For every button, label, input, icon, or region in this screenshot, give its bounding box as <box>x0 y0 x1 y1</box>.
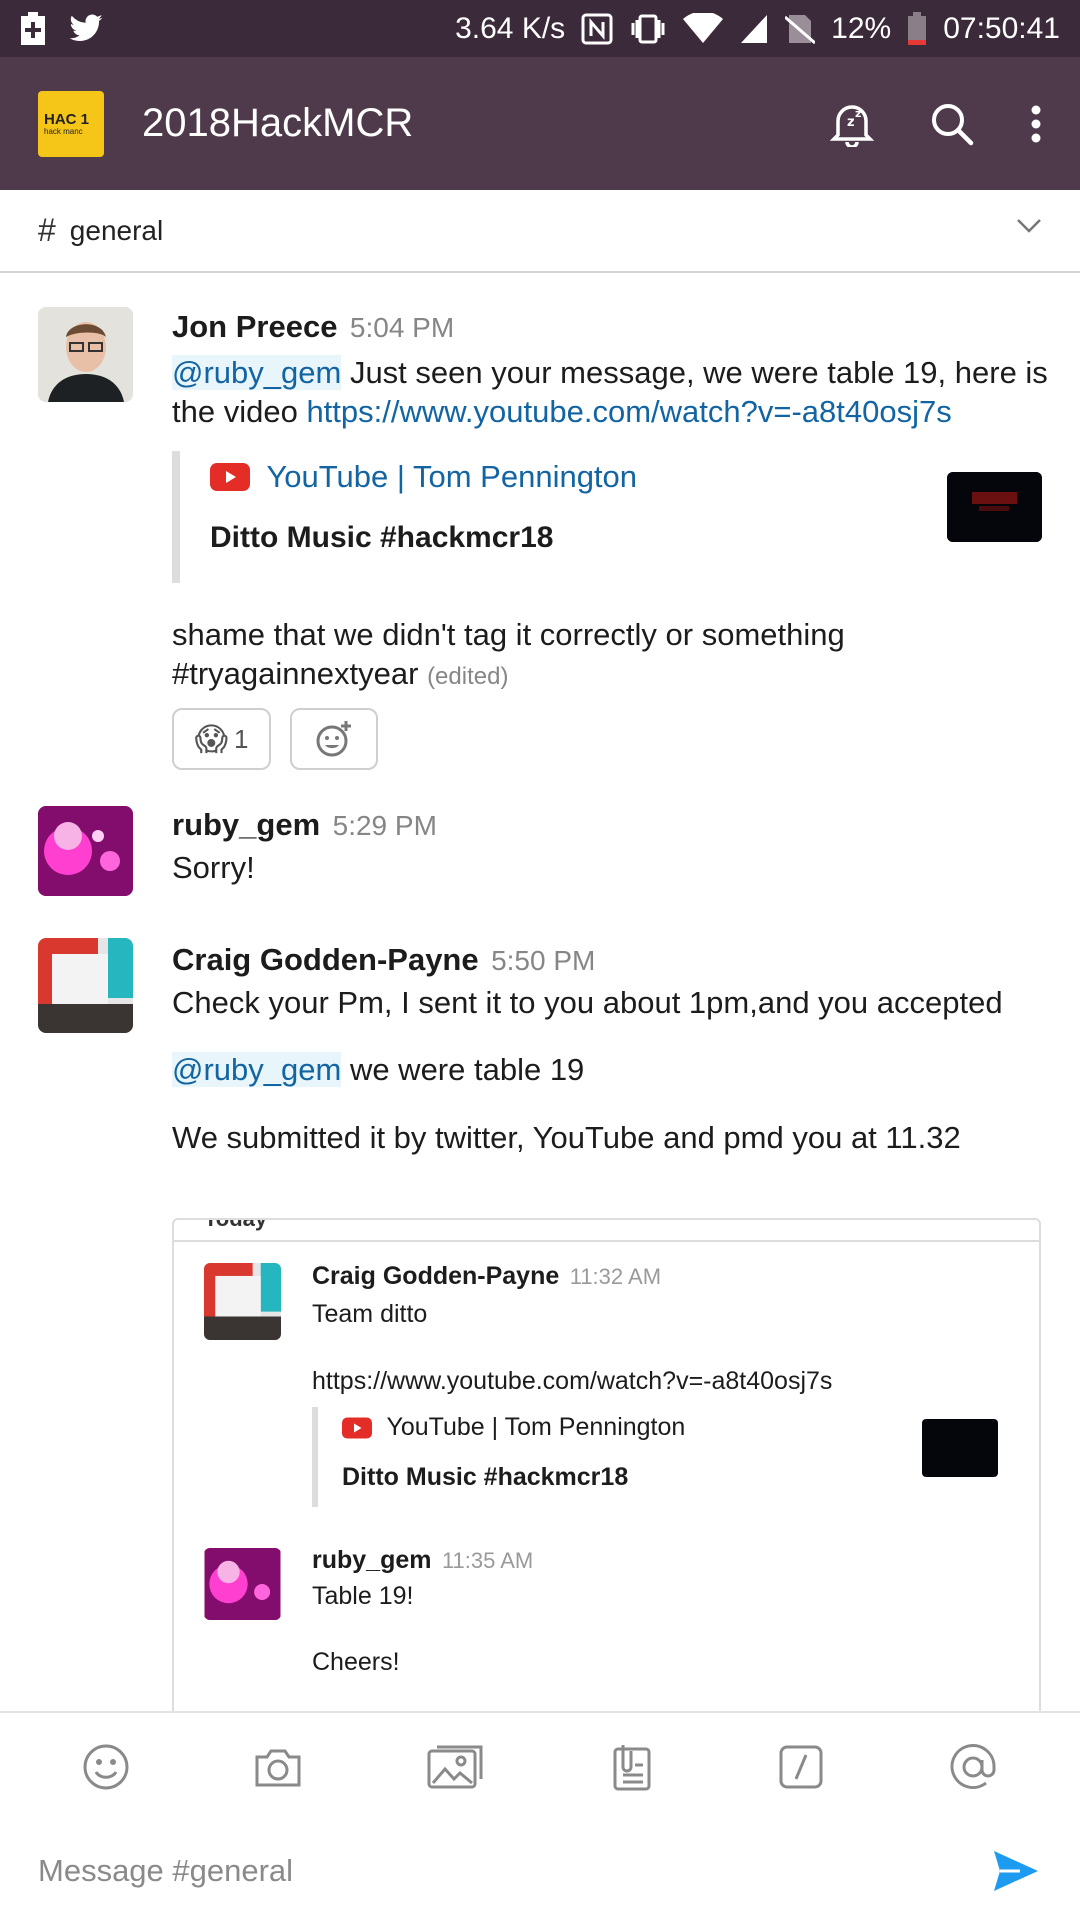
message-author: ruby_gem <box>312 1546 432 1574</box>
preview-title: Ditto Music #hackmcr18 <box>342 1463 629 1491</box>
gallery-icon[interactable] <box>427 1743 485 1791</box>
twitter-icon <box>69 13 103 41</box>
chevron-down-icon[interactable] <box>1016 218 1042 234</box>
message-author: Craig Godden-Payne <box>312 1262 560 1290</box>
team-name[interactable]: 2018HackMCR <box>142 101 413 146</box>
app-bar: HAC 1 hack manc 2018HackMCR zz <box>0 57 1080 190</box>
avatar-photo <box>38 806 133 896</box>
message-link: https://www.youtube.com/watch?v=-a8t40os… <box>312 1367 833 1395</box>
svg-text:z: z <box>847 115 855 130</box>
shared-image-card[interactable]: Today Craig Godden-Payne 11:32 AM Team d… <box>172 1218 1041 1711</box>
link-preview: YouTube | Tom Pennington Ditto Music #ha… <box>312 1407 1012 1507</box>
channel-hash-icon: # <box>38 212 56 248</box>
message-author[interactable]: Craig Godden-Payne <box>172 942 479 977</box>
message-time: 5:04 PM <box>349 312 455 343</box>
message-body: Sorry! <box>172 850 255 885</box>
wifi-icon <box>683 12 724 43</box>
svg-text:z: z <box>855 107 861 120</box>
avatar[interactable] <box>38 307 133 402</box>
message-link[interactable]: https://www.youtube.com/watch?v=-a8t40os… <box>306 394 951 429</box>
message-body: Check your Pm, I sent it to you about 1p… <box>172 985 1003 1020</box>
no-sim-icon <box>785 14 816 44</box>
snooze-bell-icon[interactable]: zz <box>830 101 874 147</box>
team-logo[interactable]: HAC 1 hack manc <box>38 90 104 157</box>
video-thumbnail[interactable] <box>947 472 1042 542</box>
preview-title[interactable]: Ditto Music #hackmcr18 <box>210 521 553 555</box>
message-list[interactable]: Jon Preece 5:04 PM @ruby_gem Just seen y… <box>0 273 1080 1711</box>
youtube-icon <box>210 463 250 491</box>
files-icon[interactable] <box>609 1743 655 1791</box>
send-icon[interactable] <box>992 1849 1040 1893</box>
edited-label: (edited) <box>427 663 509 690</box>
battery-charging-icon <box>21 11 45 45</box>
add-reaction-button[interactable] <box>290 708 378 770</box>
nfc-icon <box>581 13 613 44</box>
slash-command-icon[interactable] <box>778 1744 824 1790</box>
search-icon[interactable] <box>930 102 974 146</box>
reaction-pill[interactable]: 😱 1 <box>172 708 271 770</box>
battery-percent: 12% <box>831 11 892 45</box>
camera-icon[interactable] <box>253 1745 303 1789</box>
thumbnail-image <box>947 472 1042 542</box>
channel-header[interactable]: # general <box>0 190 1080 273</box>
compose-toolbar <box>0 1711 1080 1821</box>
channel-name: general <box>69 214 164 246</box>
message-body: @ruby_gem we were table 19 <box>172 1052 585 1087</box>
message-time: 11:32 AM <box>569 1264 662 1289</box>
avatar[interactable] <box>38 806 133 896</box>
message-time: 5:29 PM <box>332 810 437 841</box>
avatar <box>204 1263 281 1340</box>
avatar-photo <box>204 1263 281 1340</box>
user-mention[interactable]: @ruby_gem <box>172 1052 342 1087</box>
mention-icon[interactable] <box>948 1742 998 1792</box>
status-bar: 3.64 K/s 12% 07:50:41 <box>0 0 1080 57</box>
signal-icon <box>741 14 768 43</box>
message-time: 5:50 PM <box>491 945 596 976</box>
video-thumbnail <box>922 1419 998 1477</box>
net-speed: 3.64 K/s <box>455 11 566 45</box>
message-body: shame that we didn't tag it correctly or… <box>172 617 845 691</box>
avatar <box>204 1548 281 1620</box>
vibrate-icon <box>631 14 665 43</box>
avatar-photo <box>204 1548 281 1620</box>
preview-service: YouTube | Tom Pennington <box>386 1413 686 1441</box>
preview-service[interactable]: YouTube | Tom Pennington <box>266 459 637 494</box>
date-divider: Today <box>204 1218 268 1231</box>
battery-low-icon <box>908 11 927 45</box>
youtube-icon <box>342 1417 372 1438</box>
avatar-photo <box>38 938 133 1033</box>
message-author[interactable]: Jon Preece <box>172 309 337 344</box>
scream-emoji-icon: 😱 <box>194 721 228 757</box>
link-preview[interactable]: YouTube | Tom Pennington Ditto Music #ha… <box>172 451 1052 583</box>
avatar-photo <box>38 307 133 402</box>
message-body: Table 19! <box>312 1582 414 1610</box>
add-reaction-icon <box>316 721 351 757</box>
more-vert-icon[interactable] <box>1030 104 1042 144</box>
user-mention[interactable]: @ruby_gem <box>172 355 342 390</box>
message-body: Cheers! <box>312 1648 400 1676</box>
reaction-count: 1 <box>233 723 249 754</box>
divider <box>174 1240 1039 1242</box>
message-author[interactable]: ruby_gem <box>172 807 320 842</box>
message-body: We submitted it by twitter, YouTube and … <box>172 1120 961 1155</box>
clock: 07:50:41 <box>943 11 1060 45</box>
message-composer <box>0 1821 1080 1920</box>
message-input[interactable] <box>38 1852 938 1889</box>
avatar[interactable] <box>38 938 133 1033</box>
message-body: Team ditto <box>312 1300 428 1328</box>
message-body: @ruby_gem Just seen your message, we wer… <box>172 355 1048 429</box>
emoji-icon[interactable] <box>82 1743 130 1791</box>
message-time: 11:35 AM <box>441 1548 534 1573</box>
